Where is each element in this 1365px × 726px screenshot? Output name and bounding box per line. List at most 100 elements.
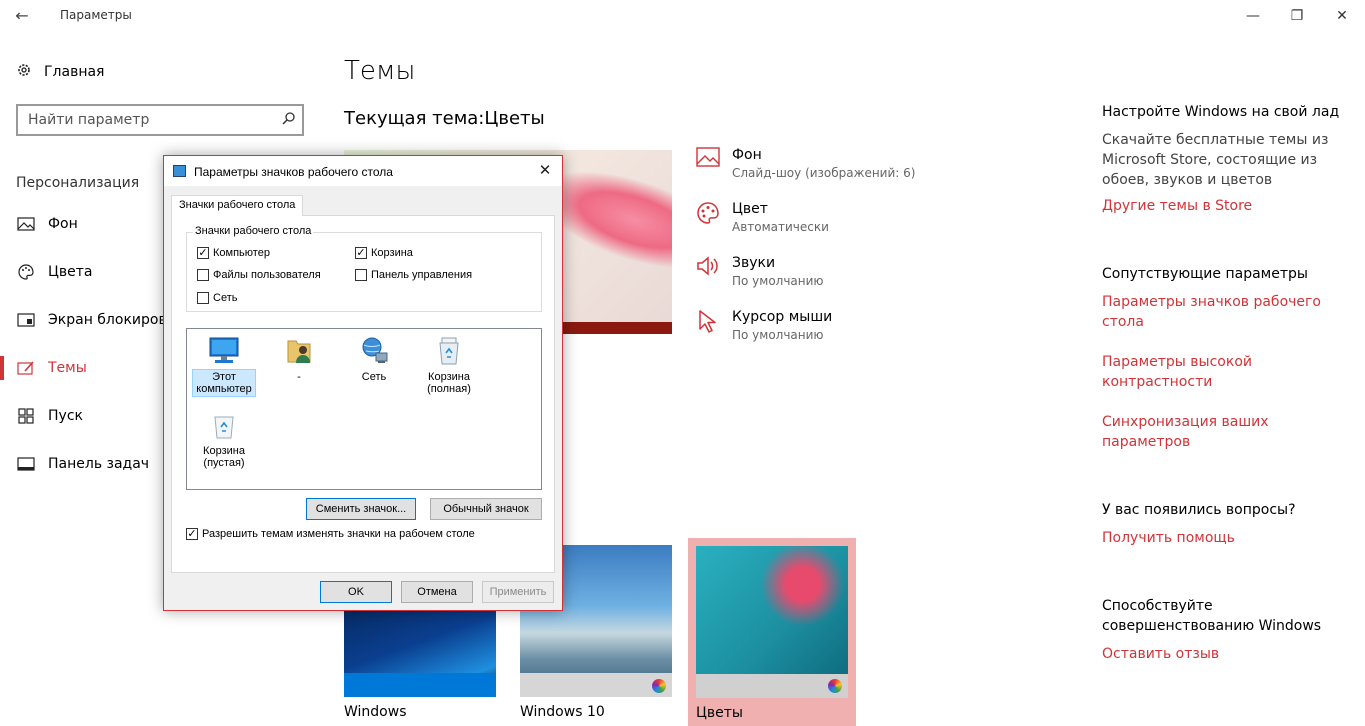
tab-desktop-icons[interactable]: Значки рабочего стола [171, 195, 304, 216]
minimize-button[interactable]: — [1230, 0, 1276, 32]
setting-title: Курсор мыши [732, 309, 833, 325]
taskbar-icon [16, 457, 36, 471]
icon-label: Этот компьютер [192, 369, 256, 397]
dialog-title: Параметры значков рабочего стола [194, 165, 393, 179]
gear-icon [16, 62, 32, 82]
title-bar: ← Параметры — ❐ ✕ [0, 0, 1365, 32]
sidebar-home-label: Главная [44, 64, 105, 80]
back-arrow-icon: ← [15, 6, 29, 25]
questions-heading: У вас появились вопросы? [1102, 502, 1296, 518]
change-icon-button[interactable]: Сменить значок... [306, 498, 416, 520]
desktop-icon-settings-link[interactable]: Параметры значков рабочего стола [1102, 292, 1322, 332]
app-title: Параметры [60, 8, 132, 22]
icon-item-recycle-bin-empty[interactable]: Корзина (пустая) [193, 409, 255, 470]
theme-tile-label: Windows 10 [520, 704, 605, 720]
checkbox-box: ✓ [186, 528, 198, 540]
theme-tile-flowers[interactable]: Цветы [688, 538, 856, 726]
checkbox-network[interactable]: Сеть [197, 292, 237, 304]
image-icon [696, 147, 722, 171]
checkbox-box: ✓ [197, 247, 209, 259]
related-heading: Сопутствующие параметры [1102, 266, 1308, 282]
setting-sounds[interactable]: Звуки По умолчанию [696, 255, 824, 288]
theme-tile-strip [520, 673, 672, 697]
search-box[interactable] [16, 104, 304, 136]
setting-background[interactable]: Фон Слайд-шоу (изображений: 6) [696, 147, 915, 180]
sync-settings-link[interactable]: Синхронизация ваших параметров [1102, 412, 1272, 452]
cancel-button[interactable]: Отмена [401, 581, 473, 603]
customize-section: Настройте Windows на свой лад Скачайте б… [1102, 102, 1352, 216]
customize-heading: Настройте Windows на свой лад [1102, 104, 1340, 120]
sidebar-section-label: Персонализация [16, 175, 140, 191]
icon-label: Корзина (полная) [427, 371, 471, 395]
current-theme: Текущая тема:Цветы [344, 108, 545, 129]
setting-title: Звуки [732, 255, 776, 271]
feedback-link[interactable]: Оставить отзыв [1102, 644, 1342, 664]
related-section: Сопутствующие параметры Параметры значко… [1102, 264, 1352, 452]
search-input[interactable] [18, 106, 258, 134]
setting-subtitle: Слайд-шоу (изображений: 6) [732, 166, 916, 180]
default-icon-button[interactable]: Обычный значок [430, 498, 542, 520]
checkbox-recycle-bin[interactable]: ✓ Корзина [355, 247, 413, 259]
palette-icon [16, 264, 36, 280]
setting-color[interactable]: Цвет Автоматически [696, 201, 829, 234]
color-wheel-icon [652, 679, 666, 693]
back-button[interactable]: ← [10, 4, 34, 28]
search-icon [282, 111, 296, 129]
dialog-close-button[interactable]: ✕ [534, 160, 556, 182]
color-wheel-icon [828, 679, 842, 693]
checkbox-computer[interactable]: ✓ Компьютер [197, 247, 270, 259]
sidebar-home[interactable]: Главная [16, 62, 104, 82]
store-themes-link[interactable]: Другие темы в Store [1102, 196, 1352, 216]
checkbox-label: Корзина [371, 247, 413, 259]
ok-button[interactable]: OK [320, 581, 392, 603]
checkbox-label: Файлы пользователя [213, 269, 321, 281]
minimize-icon: — [1246, 8, 1260, 24]
user-folder-icon [268, 335, 330, 367]
improve-section: Способствуйте совершенствованию Windows … [1102, 596, 1342, 664]
setting-subtitle: По умолчанию [732, 274, 824, 288]
checkbox-user-files[interactable]: Файлы пользователя [197, 269, 321, 281]
brush-icon [16, 360, 36, 376]
close-window-button[interactable]: ✕ [1319, 0, 1365, 32]
apply-button[interactable]: Применить [482, 581, 554, 603]
setting-title: Фон [732, 147, 762, 163]
icon-item-recycle-bin-full[interactable]: Корзина (полная) [418, 335, 480, 396]
checkbox-control-panel[interactable]: Панель управления [355, 269, 472, 281]
sidebar-item-label: Цвета [48, 264, 93, 280]
desktop-icons-dialog: Параметры значков рабочего стола ✕ Значк… [163, 155, 563, 611]
theme-tile-label: Windows [344, 704, 407, 720]
close-icon: ✕ [538, 162, 552, 179]
setting-subtitle: Автоматически [732, 220, 829, 234]
icon-item-network[interactable]: Сеть [343, 335, 405, 384]
restore-button[interactable]: ❐ [1274, 0, 1320, 32]
checkbox-label: Компьютер [213, 247, 270, 259]
tab-pane: Значки рабочего стола ✓ Компьютер ✓ Корз… [171, 215, 555, 573]
computer-icon [193, 335, 255, 367]
icon-list[interactable]: Этот компьютер - Сеть Корзина (полная) К… [186, 328, 542, 490]
speaker-icon [696, 255, 722, 281]
checkbox-box [197, 269, 209, 281]
theme-tile-label: Цветы [696, 705, 743, 721]
setting-subtitle: По умолчанию [732, 328, 824, 342]
setting-title: Цвет [732, 201, 768, 217]
desktop-icons-group: Значки рабочего стола ✓ Компьютер ✓ Корз… [186, 225, 542, 312]
lock-screen-icon [16, 313, 36, 327]
checkbox-allow-themes[interactable]: ✓ Разрешить темам изменять значки на раб… [186, 528, 475, 540]
high-contrast-link[interactable]: Параметры высокой контрастности [1102, 352, 1272, 392]
group-legend: Значки рабочего стола [193, 225, 314, 237]
image-icon [16, 217, 36, 231]
start-icon [16, 408, 36, 424]
recycle-bin-full-icon [418, 335, 480, 367]
setting-cursor[interactable]: Курсор мыши По умолчанию [696, 309, 832, 342]
close-icon: ✕ [1336, 8, 1348, 24]
checkbox-box [197, 292, 209, 304]
palette-icon [696, 201, 722, 229]
recycle-bin-empty-icon [193, 409, 255, 441]
improve-heading: Способствуйте совершенствованию Windows [1102, 598, 1322, 634]
icon-item-user-files[interactable]: - [268, 335, 330, 384]
icon-item-this-pc[interactable]: Этот компьютер [192, 335, 256, 397]
get-help-link[interactable]: Получить помощь [1102, 528, 1352, 548]
icon-label: Сеть [361, 371, 387, 383]
theme-tile-strip [344, 673, 496, 697]
sidebar-item-label: Темы [48, 360, 87, 376]
